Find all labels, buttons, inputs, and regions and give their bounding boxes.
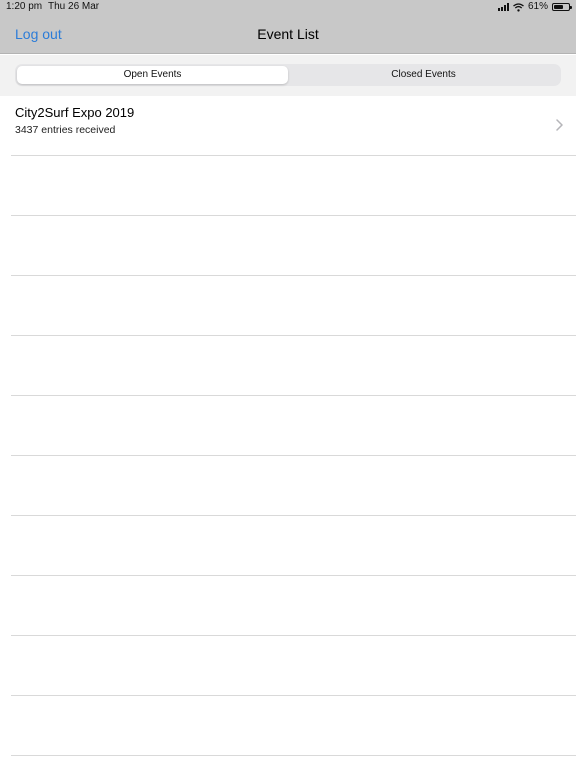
empty-row [11,636,576,696]
battery-percent: 61% [527,1,548,12]
empty-row [11,516,576,576]
empty-row [11,156,576,216]
empty-row [11,456,576,516]
status-indicators: 61% [497,0,572,14]
signal-icon [497,3,509,11]
event-list: City2Surf Expo 2019 3437 entries receive… [0,96,576,768]
wifi-icon [513,2,524,12]
empty-row [11,276,576,336]
status-time: 1:20 pm [6,1,43,12]
empty-row [11,336,576,396]
segment-bar: Open Events Closed Events [0,55,576,96]
event-row[interactable]: City2Surf Expo 2019 3437 entries receive… [11,96,576,156]
navigation-bar: Log out Event List [0,14,576,54]
segment-closed-events[interactable]: Closed Events [288,66,559,84]
events-segmented-control: Open Events Closed Events [15,64,561,86]
chevron-right-icon [556,119,563,131]
battery-fill [554,5,563,9]
event-entries: 3437 entries received [15,124,116,136]
status-date: Thu 26 Mar [48,1,100,12]
event-name: City2Surf Expo 2019 [15,105,135,120]
battery-icon [552,3,572,11]
empty-row [11,696,576,756]
page-title: Event List [257,26,319,42]
status-bar: 1:20 pm Thu 26 Mar 61% [0,0,576,14]
empty-row [11,216,576,276]
empty-row [11,576,576,636]
segment-open-events[interactable]: Open Events [17,66,288,84]
empty-row [11,396,576,456]
